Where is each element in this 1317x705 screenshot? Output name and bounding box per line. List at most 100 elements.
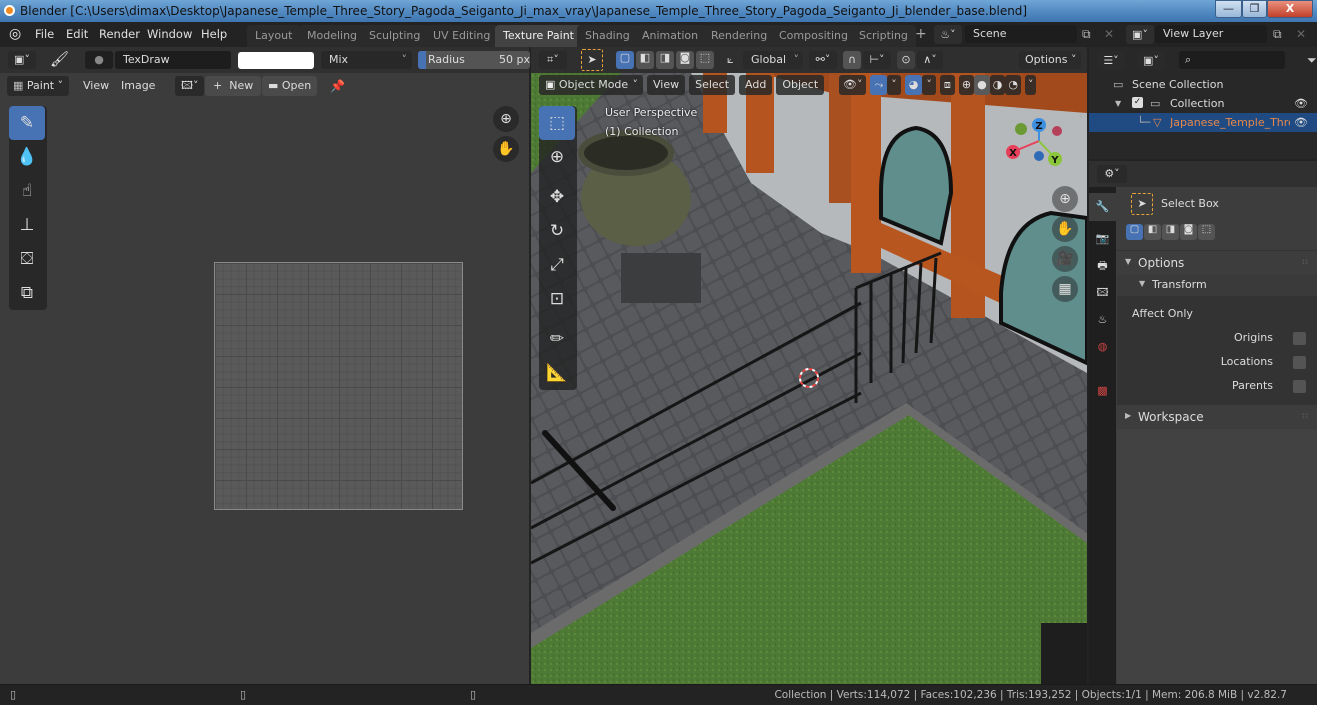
overlays-dropdown-icon[interactable]: ˅ (922, 75, 936, 95)
3d-viewport[interactable]: ⌗˅ ➤ ▢ ◧ ◨ ◙ ⬚ ⟀ Global ˅ ⚯˅ ∩ ⊢˅ ⊙ ∧˅ Op… (531, 47, 1087, 684)
shading-dropdown-icon[interactable]: ˅ (1024, 75, 1037, 95)
scene-name-field[interactable]: Scene (965, 25, 1077, 43)
new-image-button[interactable]: + New (205, 76, 262, 96)
close-button[interactable]: X (1267, 0, 1313, 18)
tab-uv-editing[interactable]: UV Editing (425, 25, 499, 47)
zoom-view-icon[interactable]: ⊕ (493, 106, 519, 132)
snap-magnet-icon[interactable]: ∩ (843, 51, 861, 69)
image-canvas[interactable] (214, 262, 463, 510)
outliner-row-collection[interactable]: ▼ ✓ ▭ Collection 👁 (1089, 94, 1317, 113)
tab-texture-icon[interactable]: ▩ (1089, 379, 1116, 403)
collection-visibility-eye-icon[interactable]: 👁 (1294, 94, 1308, 113)
tool-scale[interactable]: ⤢ (539, 248, 575, 282)
menu-image[interactable]: Image (115, 76, 161, 96)
navigation-gizmo[interactable]: Z X Y (1001, 115, 1071, 175)
visibility-icon[interactable]: 👁˅ (839, 75, 867, 95)
tool-mode-extend-icon[interactable]: ◧ (1144, 224, 1161, 240)
tab-modeling[interactable]: Modeling (299, 25, 366, 47)
pin-icon[interactable]: 📌 (330, 79, 345, 93)
gizmo-neg-z[interactable] (1034, 151, 1044, 161)
tool-rotate[interactable]: ↻ (539, 214, 575, 248)
view-layer-selector-icon[interactable]: ▣˅ (1126, 25, 1154, 44)
brush-color-swatch[interactable] (238, 52, 314, 69)
viewport-menu-view[interactable]: View (647, 75, 686, 95)
tab-scripting[interactable]: Scripting (851, 25, 916, 47)
options-dropdown[interactable]: Options ˅ (1019, 51, 1081, 69)
menu-view[interactable]: View (77, 76, 115, 96)
gizmo-neg-x[interactable] (1052, 126, 1062, 136)
maximize-button[interactable]: ❐ (1242, 0, 1267, 18)
tab-texture-paint[interactable]: Texture Paint (495, 25, 582, 47)
viewport-editor-type-icon[interactable]: ⌗˅ (539, 51, 567, 69)
tab-render-icon[interactable]: 📷 (1089, 227, 1116, 251)
gizmo-neg-y[interactable] (1015, 123, 1027, 135)
tab-world-icon[interactable]: ◍ (1089, 335, 1116, 359)
outliner-filter-mode-icon[interactable]: ▣˅ (1137, 51, 1165, 70)
image-browse-icon[interactable]: 🖾˅ (175, 76, 205, 96)
outliner-row-object[interactable]: └─ ▽ Japanese_Temple_Three_ 👁 (1089, 113, 1317, 132)
viewport-menu-object[interactable]: Object (776, 75, 825, 95)
tool-mode-new-icon[interactable]: ▢ (1126, 224, 1143, 240)
tab-scene-icon[interactable]: ♨ (1089, 308, 1116, 332)
parents-checkbox[interactable] (1293, 380, 1306, 393)
tab-tool-icon[interactable]: 🔧 (1089, 193, 1116, 221)
drag-handle-icon[interactable]: ⠶ (1301, 255, 1309, 268)
gizmo-toggle-icon[interactable]: ⤳ (870, 75, 888, 95)
tool-transform[interactable]: ⊡ (539, 282, 575, 316)
gizmo-dropdown-icon[interactable]: ˅ (887, 75, 901, 95)
outliner-row-scene-collection[interactable]: ▭ Scene Collection (1089, 75, 1317, 94)
new-scene-icon[interactable]: ⧉ (1082, 27, 1091, 42)
viewport-menu-add[interactable]: Add (739, 75, 773, 95)
editor-type-icon[interactable]: ▣˅ (8, 51, 36, 69)
tool-smear[interactable]: ☝ (9, 174, 45, 208)
expand-arrow-icon[interactable]: ▼ (1115, 94, 1121, 113)
mode-new-icon[interactable]: ▢ (616, 51, 634, 69)
menu-edit[interactable]: Edit (66, 27, 88, 41)
transform-subpanel-header[interactable]: ▼ Transform (1117, 274, 1317, 296)
viewport-menu-select[interactable]: Select (689, 75, 736, 95)
collection-checkbox[interactable]: ✓ (1132, 97, 1143, 108)
open-image-button[interactable]: ▬ Open (262, 76, 318, 96)
blender-logo-icon[interactable]: ◎ (9, 26, 25, 42)
properties-editor-type-icon[interactable]: ⚙˅ (1097, 165, 1127, 183)
tool-clone[interactable]: ⊥ (9, 208, 45, 242)
overlays-toggle-icon[interactable]: ◕ (904, 75, 923, 95)
object-mode-dropdown[interactable]: ▣ Object Mode ˅ (539, 75, 643, 95)
tab-output-icon[interactable]: 🖶 (1089, 254, 1116, 278)
tab-shading[interactable]: Shading (577, 25, 638, 47)
add-workspace-button[interactable]: + (915, 26, 927, 42)
delete-scene-icon[interactable]: ✕ (1104, 27, 1114, 41)
tab-view-layer-icon[interactable]: 🖾 (1089, 281, 1116, 305)
tool-measure[interactable]: 📐 (539, 356, 575, 390)
origins-checkbox[interactable] (1293, 332, 1306, 345)
tool-mode-intersect-icon[interactable]: ⬚ (1198, 224, 1215, 240)
brush-name-field[interactable]: TexDraw (115, 51, 231, 69)
outliner-display-mode-icon[interactable]: ☰˅ (1097, 51, 1125, 70)
shading-wireframe-icon[interactable]: ⊕ (958, 75, 975, 95)
proportional-edit-icon[interactable]: ⊙ (897, 51, 915, 69)
select-box-tool-icon[interactable]: ➤ (581, 49, 603, 71)
tab-compositing[interactable]: Compositing (771, 25, 856, 47)
filter-icon[interactable]: ⏷ (1307, 53, 1317, 68)
tab-layout[interactable]: Layout (247, 25, 301, 47)
mode-subtract-icon[interactable]: ◨ (656, 51, 674, 69)
menu-file[interactable]: File (35, 27, 54, 41)
shading-solid-icon[interactable]: ● (974, 75, 990, 95)
tool-select-box[interactable]: ⬚ (539, 106, 575, 140)
tool-mode-invert-icon[interactable]: ◙ (1180, 224, 1197, 240)
mode-invert-icon[interactable]: ◙ (676, 51, 694, 69)
workspace-panel-header[interactable]: ▶ Workspace ⠶ (1117, 405, 1317, 429)
tool-mask[interactable]: ⧉ (9, 276, 45, 310)
brush-preview-icon[interactable]: ● (85, 51, 113, 69)
tab-animation[interactable]: Animation (634, 25, 707, 47)
locations-checkbox[interactable] (1293, 356, 1306, 369)
mode-intersect-icon[interactable]: ⬚ (696, 51, 714, 69)
pivot-point-icon[interactable]: ⚯˅ (809, 51, 837, 69)
tool-mode-subtract-icon[interactable]: ◨ (1162, 224, 1179, 240)
delete-view-layer-icon[interactable]: ✕ (1296, 27, 1306, 41)
mode-extend-icon[interactable]: ◧ (636, 51, 654, 69)
scene-selector-icon[interactable]: ♨˅ (934, 25, 962, 44)
new-view-layer-icon[interactable]: ⧉ (1273, 27, 1282, 42)
tool-soften[interactable]: 💧 (9, 140, 45, 174)
snap-target-icon[interactable]: ⊢˅ (863, 51, 891, 69)
